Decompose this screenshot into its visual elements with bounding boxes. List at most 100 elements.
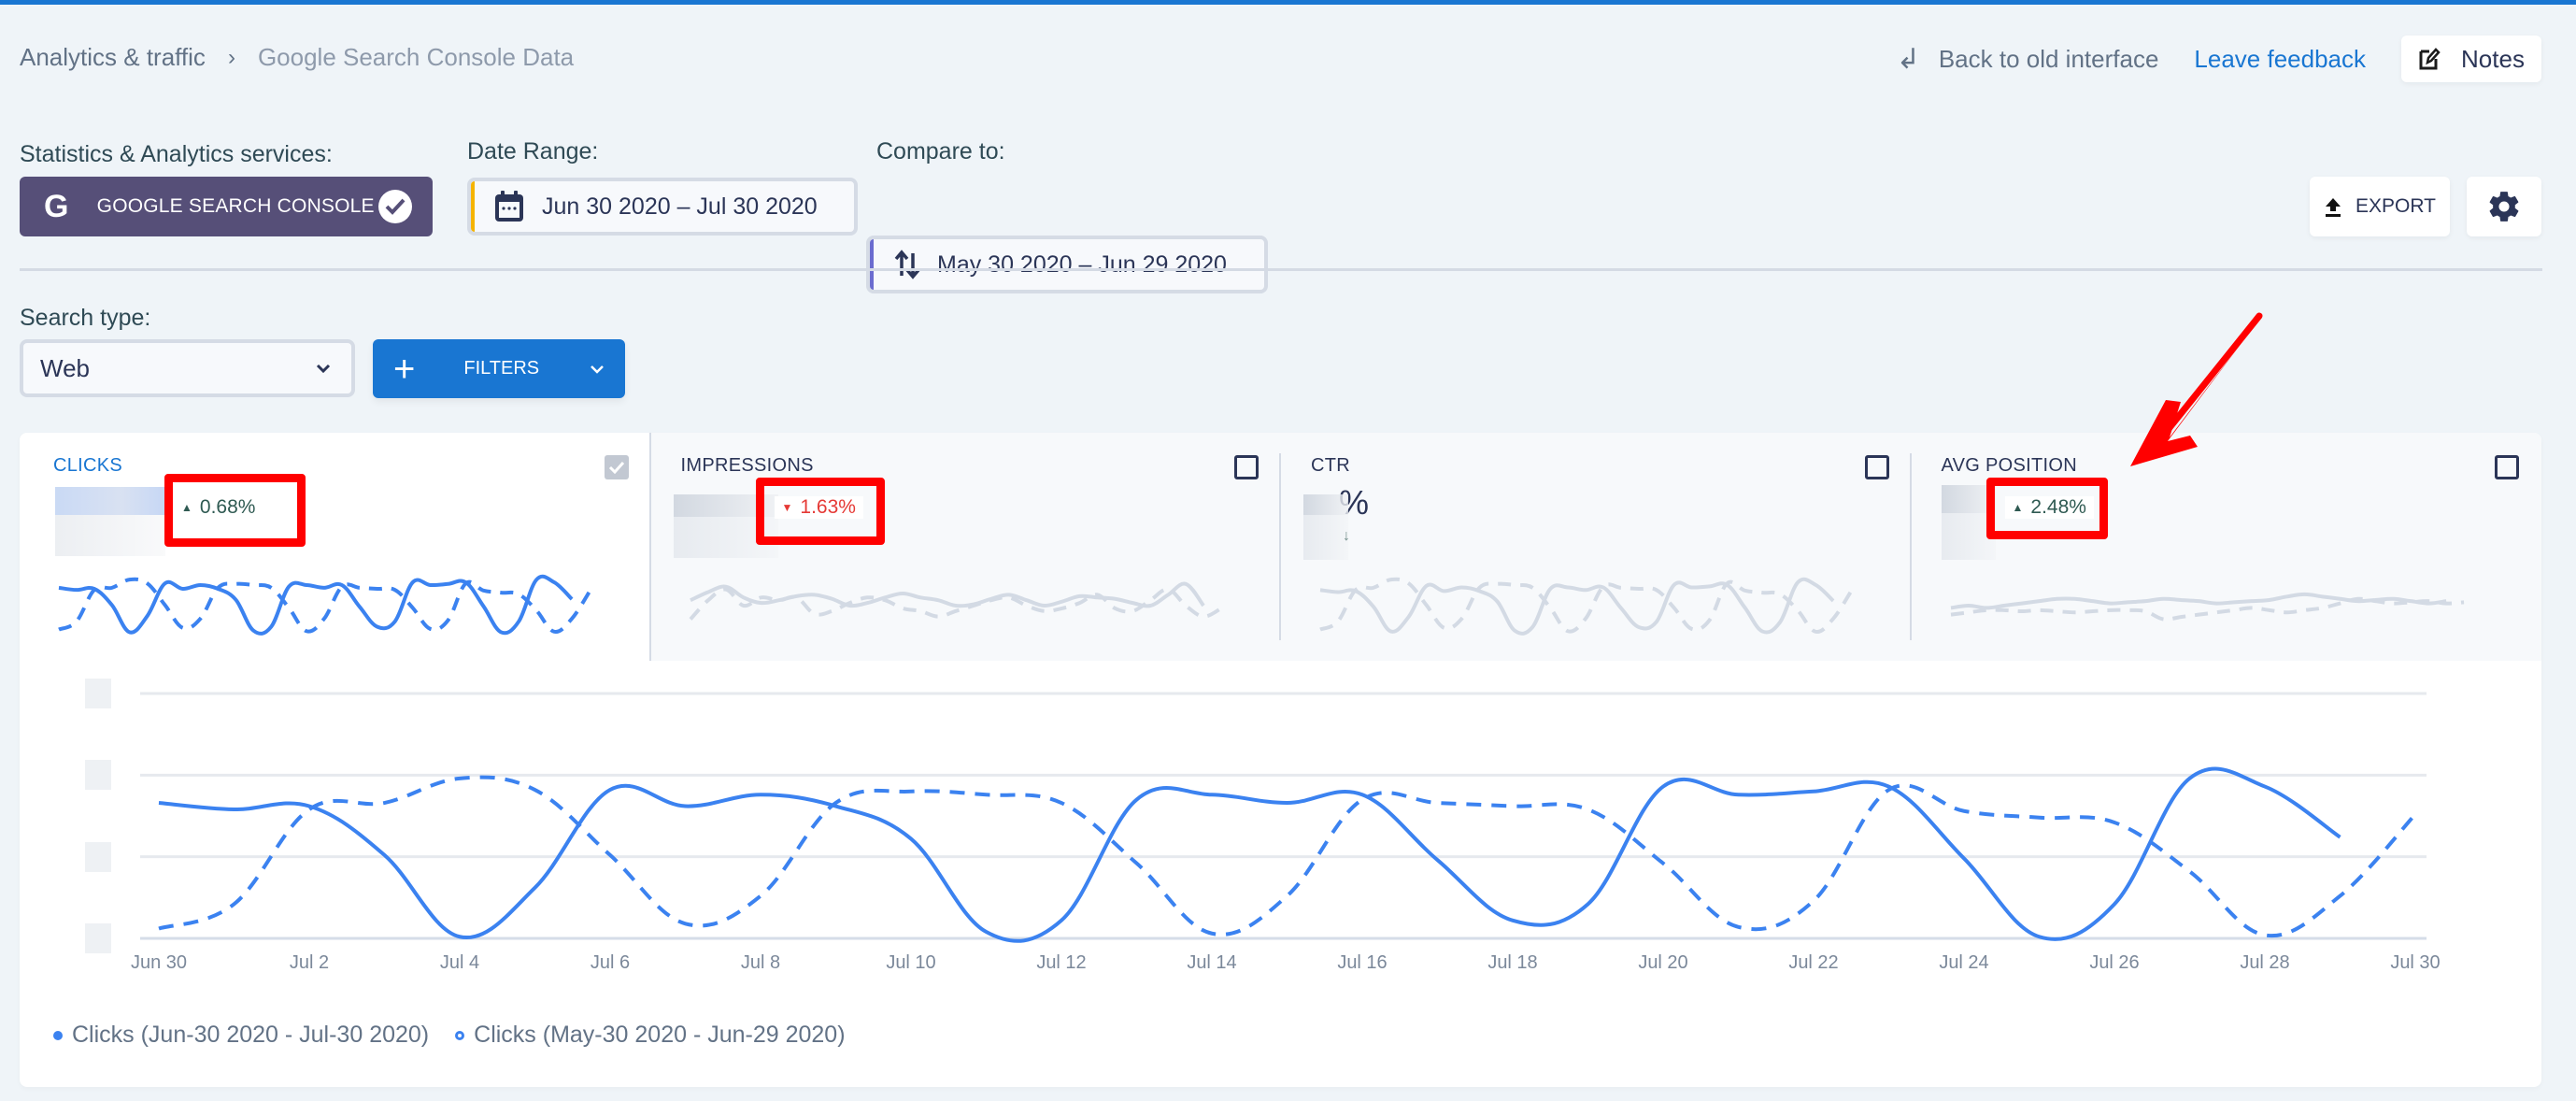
point-current-4[interactable] xyxy=(454,931,465,942)
x-tick-label: Jul 18 xyxy=(1487,952,1538,973)
point-current-18[interactable] xyxy=(1507,915,1518,926)
point-previous-30[interactable] xyxy=(2410,808,2421,820)
point-previous-14[interactable] xyxy=(1206,928,1217,939)
point-current-15[interactable] xyxy=(1282,797,1293,808)
date-range-label: Date Range: xyxy=(467,138,599,164)
return-arrow-icon: ↲ xyxy=(1896,43,1920,75)
point-current-13[interactable] xyxy=(1131,794,1143,806)
point-previous-22[interactable] xyxy=(1808,895,1819,907)
analytics-panel: CLICKS ▲ 0.68% IMPRESSIONS ▼ 1.63% CTR %… xyxy=(20,433,2541,1087)
point-previous-19[interactable] xyxy=(1583,804,1594,815)
point-previous-28[interactable] xyxy=(2259,930,2270,941)
point-current-8[interactable] xyxy=(755,789,766,800)
point-previous-15[interactable] xyxy=(1282,891,1293,902)
point-previous-3[interactable] xyxy=(379,797,391,808)
x-tick-label: Jul 28 xyxy=(2240,952,2290,973)
point-previous-10[interactable] xyxy=(905,786,917,797)
x-tick-label: Jul 16 xyxy=(1337,952,1388,973)
point-current-10[interactable] xyxy=(905,833,917,844)
point-previous-6[interactable] xyxy=(605,850,616,861)
point-previous-9[interactable] xyxy=(831,797,842,808)
point-previous-26[interactable] xyxy=(2109,817,2120,828)
top-accent-bar xyxy=(0,0,2576,5)
point-current-7[interactable] xyxy=(680,801,691,812)
google-logo-icon: G xyxy=(44,188,69,224)
point-current-26[interactable] xyxy=(2109,898,2120,909)
point-current-29[interactable] xyxy=(2335,832,2346,843)
back-to-old-interface-link[interactable]: ↲ Back to old interface xyxy=(1897,43,2159,76)
leave-feedback-link[interactable]: Leave feedback xyxy=(2194,45,2366,74)
point-current-14[interactable] xyxy=(1206,789,1217,800)
chart-legend: Clicks (Jun-30 2020 - Jul-30 2020) Click… xyxy=(53,1022,872,1049)
date-range-picker[interactable]: Jun 30 2020 – Jul 30 2020 xyxy=(467,178,858,236)
point-current-5[interactable] xyxy=(530,882,541,894)
date-range-accent xyxy=(471,181,475,232)
point-current-0[interactable] xyxy=(153,797,164,808)
point-current-21[interactable] xyxy=(1733,789,1744,800)
point-current-22[interactable] xyxy=(1808,786,1819,797)
point-previous-12[interactable] xyxy=(1056,797,1067,808)
series-line-current[interactable] xyxy=(158,766,2341,943)
search-type-label: Search type: xyxy=(20,305,151,331)
settings-button[interactable] xyxy=(2467,177,2541,236)
notes-label: Notes xyxy=(2461,44,2525,73)
x-tick-label: Jul 26 xyxy=(2089,952,2140,973)
point-current-19[interactable] xyxy=(1583,898,1594,909)
point-current-28[interactable] xyxy=(2259,781,2270,793)
chevron-down-icon xyxy=(591,365,604,374)
point-previous-27[interactable] xyxy=(2185,865,2196,877)
point-previous-18[interactable] xyxy=(1507,801,1518,812)
breadcrumb: Analytics & traffic › Google Search Cons… xyxy=(20,43,574,72)
breadcrumb-parent-link[interactable]: Analytics & traffic xyxy=(20,43,206,72)
point-previous-13[interactable] xyxy=(1131,858,1143,869)
point-previous-16[interactable] xyxy=(1357,794,1368,806)
export-button[interactable]: EXPORT xyxy=(2310,177,2450,236)
point-previous-1[interactable] xyxy=(229,898,240,909)
point-previous-8[interactable] xyxy=(755,891,766,902)
x-tick-label: Jul 8 xyxy=(740,952,781,973)
point-current-20[interactable] xyxy=(1658,781,1669,793)
point-previous-21[interactable] xyxy=(1733,922,1744,933)
legend-item-current[interactable]: Clicks (Jun-30 2020 - Jul-30 2020) xyxy=(53,1022,429,1049)
edit-note-icon xyxy=(2419,48,2441,70)
point-previous-5[interactable] xyxy=(530,784,541,795)
back-link-label: Back to old interface xyxy=(1938,44,2159,73)
point-previous-20[interactable] xyxy=(1658,858,1669,869)
point-previous-7[interactable] xyxy=(680,918,691,929)
point-previous-29[interactable] xyxy=(2335,891,2346,902)
point-previous-17[interactable] xyxy=(1432,797,1444,808)
notes-button[interactable]: Notes xyxy=(2401,36,2541,82)
point-current-27[interactable] xyxy=(2185,773,2196,784)
point-previous-4[interactable] xyxy=(454,773,465,784)
point-current-6[interactable] xyxy=(605,784,616,795)
point-current-1[interactable] xyxy=(229,804,240,815)
search-type-select[interactable]: Web xyxy=(20,339,355,397)
point-current-12[interactable] xyxy=(1056,915,1067,926)
point-previous-25[interactable] xyxy=(2034,812,2045,823)
point-previous-0[interactable] xyxy=(153,923,164,935)
point-current-17[interactable] xyxy=(1432,854,1444,865)
point-current-24[interactable] xyxy=(1958,852,1970,864)
filters-label: FILTERS xyxy=(463,358,540,379)
point-current-11[interactable] xyxy=(981,926,992,937)
point-previous-23[interactable] xyxy=(1884,784,1895,795)
point-previous-11[interactable] xyxy=(981,789,992,800)
x-tick-label: Jul 6 xyxy=(590,952,631,973)
plus-icon: + xyxy=(393,348,416,390)
compare-range-picker[interactable]: May 30 2020 – Jun 29 2020 xyxy=(866,236,1268,293)
legend-item-previous[interactable]: Clicks (May-30 2020 - Jun-29 2020) xyxy=(455,1022,846,1049)
x-tick-label: Jul 10 xyxy=(886,952,936,973)
filters-button[interactable]: + FILTERS xyxy=(373,339,625,398)
y-tick-label-redacted xyxy=(85,679,111,708)
point-current-3[interactable] xyxy=(379,850,391,861)
x-tick-label: Jul 30 xyxy=(2390,952,2441,973)
point-previous-2[interactable] xyxy=(304,804,315,815)
x-tick-label: Jul 2 xyxy=(289,952,330,973)
point-previous-24[interactable] xyxy=(1958,806,1970,817)
compare-range-value: May 30 2020 – Jun 29 2020 xyxy=(937,250,1227,278)
services-label: Statistics & Analytics services: xyxy=(20,141,333,167)
calendar-icon xyxy=(495,191,523,222)
point-current-25[interactable] xyxy=(2034,931,2045,942)
google-search-console-button[interactable]: G GOOGLE SEARCH CONSOLE xyxy=(20,177,433,236)
legend-label: Clicks (Jun-30 2020 - Jul-30 2020) xyxy=(72,1022,430,1048)
